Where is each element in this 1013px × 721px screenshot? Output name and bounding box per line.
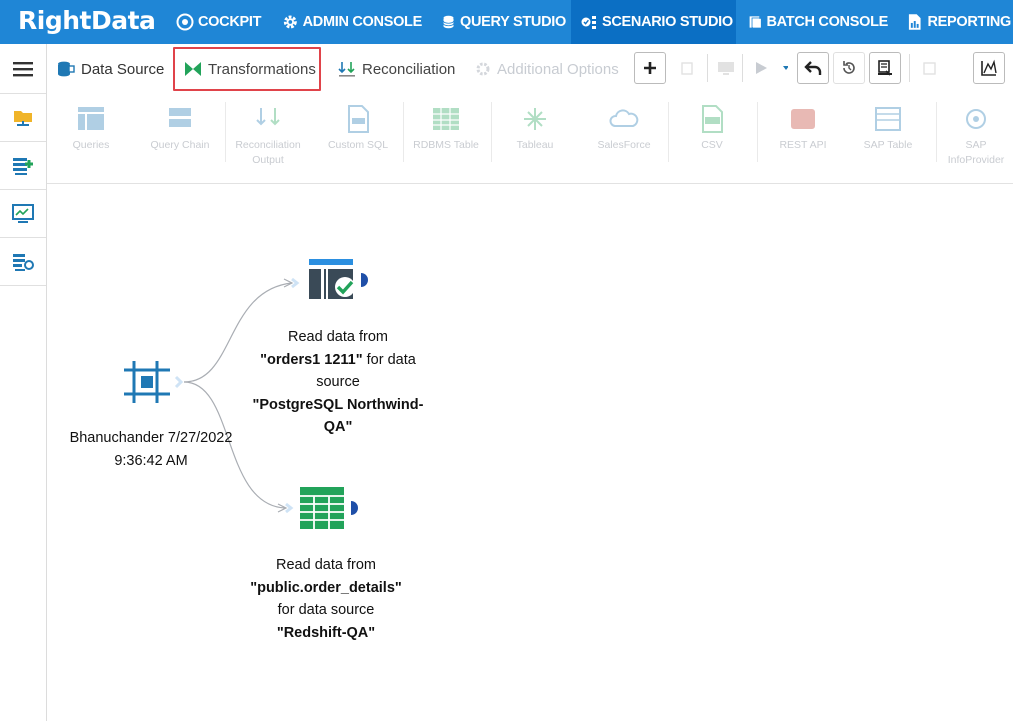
top-node-prefix: Read data from <box>288 329 388 345</box>
top-node-label: Read data from "orders1 1211" for data s… <box>240 326 436 439</box>
top-node-query-icon[interactable] <box>306 259 368 301</box>
bottom-node-table-icon[interactable] <box>298 487 360 529</box>
bottom-node-table: "public.order_details" <box>250 579 402 596</box>
top-node-line2: "orders1 1211" for data source <box>240 349 436 394</box>
root-node-label: Bhanuchander 7/27/2022 9:36:42 AM <box>57 427 245 472</box>
bottom-node-prefix: Read data from <box>276 557 376 573</box>
root-node-icon[interactable] <box>124 361 170 403</box>
root-node-author: Bhanuchander 7/27/2022 <box>69 430 233 446</box>
bottom-node-source: "Redshift-QA" <box>276 624 376 641</box>
bottom-node-source-line: "Redshift-QA" <box>226 622 426 645</box>
bottom-node-mid: for data source <box>277 602 375 618</box>
top-node-source: "PostgreSQL Northwind-QA" <box>252 396 424 436</box>
top-node-source-line: "PostgreSQL Northwind-QA" <box>240 394 436 439</box>
top-node-table: "orders1 1211" <box>260 351 363 368</box>
bottom-node-table-line: "public.order_details" <box>226 577 426 600</box>
bottom-node-label: Read data from "public.order_details" fo… <box>226 554 426 644</box>
output-port-arrow <box>174 375 184 389</box>
root-node-time: 9:36:42 AM <box>114 452 188 469</box>
